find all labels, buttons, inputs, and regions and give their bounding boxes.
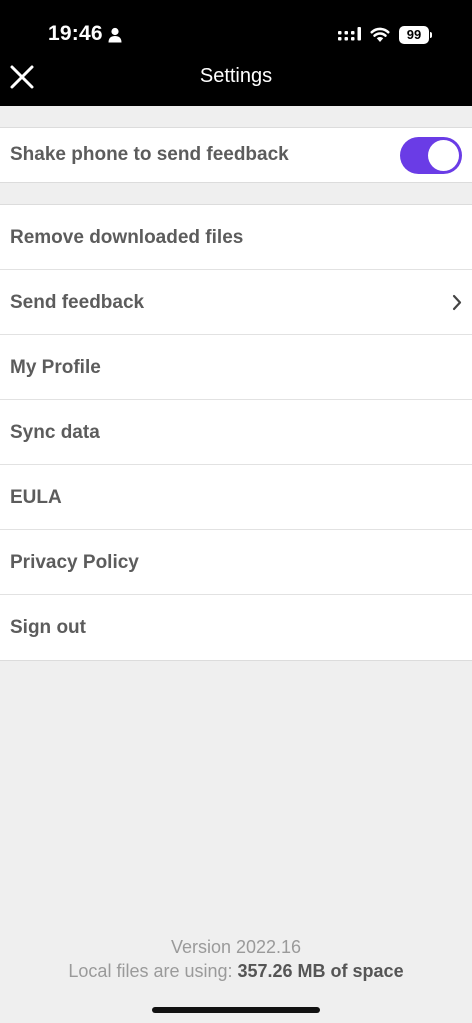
menu-item-label: Sync data <box>10 422 100 443</box>
menu-item-eula[interactable]: EULA <box>0 465 472 530</box>
battery-tip <box>430 32 432 38</box>
header-bar: 19:46 99 Settings <box>0 0 472 106</box>
menu-item-my-profile[interactable]: My Profile <box>0 335 472 400</box>
menu-item-sign-out[interactable]: Sign out <box>0 595 472 660</box>
shake-feedback-toggle[interactable] <box>400 137 462 174</box>
battery-level: 99 <box>399 26 429 44</box>
settings-menu: Remove downloaded files Send feedback My… <box>0 204 472 661</box>
shake-feedback-label: Shake phone to send feedback <box>10 144 289 165</box>
menu-item-send-feedback[interactable]: Send feedback <box>0 270 472 335</box>
menu-item-sync-data[interactable]: Sync data <box>0 400 472 465</box>
menu-item-privacy-policy[interactable]: Privacy Policy <box>0 530 472 595</box>
menu-item-label: My Profile <box>10 357 101 378</box>
menu-item-label: EULA <box>10 487 62 508</box>
menu-item-label: Remove downloaded files <box>10 227 244 248</box>
menu-item-remove-downloaded-files[interactable]: Remove downloaded files <box>0 205 472 270</box>
menu-item-label: Sign out <box>10 617 86 638</box>
home-indicator[interactable] <box>152 1007 320 1013</box>
chevron-right-icon <box>452 294 462 311</box>
wifi-icon <box>370 27 390 42</box>
signal-icon <box>338 27 361 41</box>
battery-icon: 99 <box>399 26 432 44</box>
page-title: Settings <box>199 65 273 87</box>
menu-item-label: Send feedback <box>10 292 145 313</box>
menu-item-label: Privacy Policy <box>10 552 139 573</box>
storage-usage-text: Local files are using: 357.26 MB of spac… <box>0 961 472 982</box>
storage-prefix: Local files are using: <box>68 961 238 981</box>
feedback-settings-group: Shake phone to send feedback <box>0 127 472 183</box>
shake-feedback-row: Shake phone to send feedback <box>0 128 472 182</box>
person-icon <box>108 27 122 43</box>
storage-value: 357.26 MB of space <box>237 961 404 981</box>
version-text: Version 2022.16 <box>170 937 302 957</box>
toggle-knob <box>428 140 459 171</box>
status-time: 19:46 <box>48 22 103 45</box>
